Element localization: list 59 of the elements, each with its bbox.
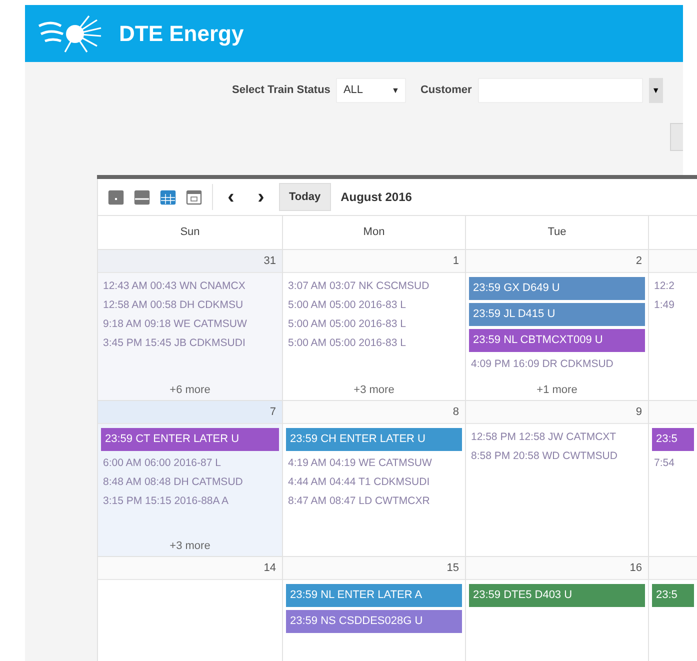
day-number: 9 [636, 406, 642, 418]
event-entry[interactable]: 8:47 AM 08:47 LD CWTMCXR [286, 492, 462, 510]
calendar-event[interactable]: 23:59 DTE5 D403 U [469, 584, 645, 607]
day-number: 8 [452, 406, 459, 418]
month-view-icon[interactable] [160, 189, 176, 205]
day-number: 2 [636, 255, 642, 267]
event-entry[interactable]: 9:18 AM 09:18 WE CATMSUW [101, 315, 279, 333]
event-entry[interactable]: 7:54 [652, 454, 694, 472]
more-link[interactable]: +3 more [170, 540, 210, 552]
weekday-header: Mon [282, 215, 465, 249]
more-link[interactable]: +6 more [170, 384, 210, 396]
week-view-icon[interactable] [134, 189, 150, 205]
status-select[interactable]: ALL ▼ [336, 78, 406, 102]
weekday-header: Sun [97, 215, 282, 249]
event-entry[interactable]: 4:09 PM 16:09 DR CDKMSUD [469, 355, 645, 373]
next-button[interactable]: › [249, 186, 273, 208]
agenda-view-icon[interactable] [186, 189, 202, 205]
event-entry[interactable]: 12:43 AM 00:43 WN CNAMCX [101, 277, 279, 295]
event-entry[interactable]: 4:44 AM 04:44 T1 CDKMSUDI [286, 473, 462, 491]
event-entry[interactable]: 5:00 AM 05:00 2016-83 L [286, 315, 462, 333]
more-link[interactable]: +3 more [354, 384, 394, 396]
brand-name: DTE Energy [119, 20, 244, 46]
day-number: 15 [446, 562, 459, 574]
today-button[interactable]: Today [279, 183, 331, 211]
event-entry[interactable]: 8:48 AM 08:48 DH CATMSUD [101, 473, 279, 491]
previous-button[interactable]: ‹ [219, 186, 243, 208]
event-entry[interactable]: 6:00 AM 06:00 2016-87 L [101, 454, 279, 472]
event-entry[interactable]: 8:58 PM 20:58 WD CWTMSUD [469, 447, 645, 465]
event-entry[interactable]: 12:2 [652, 277, 694, 295]
calendar-event[interactable]: 23:5 [652, 584, 694, 607]
event-entry[interactable]: 5:00 AM 05:00 2016-83 L [286, 296, 462, 314]
event-entry[interactable]: 3:07 AM 03:07 NK CSCMSUD [286, 277, 462, 295]
day-view-icon[interactable] [108, 189, 124, 205]
calendar-event[interactable]: 23:59 JL D415 U [469, 303, 645, 326]
calendar-event[interactable]: 23:59 NL ENTER LATER A [286, 584, 462, 607]
customer-label: Customer [420, 84, 472, 96]
month-title: August 2016 [340, 190, 412, 204]
event-entry[interactable]: 1:49 [652, 296, 694, 314]
calendar-event[interactable]: 23:59 CT ENTER LATER U [101, 428, 279, 451]
event-entry[interactable]: 12:58 AM 00:58 DH CDKMSU [101, 296, 279, 314]
event-entry[interactable]: 5:00 AM 05:00 2016-83 L [286, 334, 462, 352]
calendar-event[interactable]: 23:59 NS CSDDES028G U [286, 610, 462, 633]
event-entry[interactable]: 12:58 PM 12:58 JW CATMCXT [469, 428, 645, 446]
day-number: 14 [264, 562, 276, 574]
calendar-event[interactable]: 23:5 [652, 428, 694, 451]
event-entry[interactable]: 3:15 PM 15:15 2016-88A A [101, 492, 279, 510]
day-number: 7 [270, 406, 276, 418]
status-label: Select Train Status [232, 84, 330, 96]
calendar-event[interactable]: 23:59 CH ENTER LATER U [286, 428, 462, 451]
dropdown-button[interactable]: ▼ [648, 78, 663, 102]
calendar-event[interactable]: 23:59 NL CBTMCXT009 U [469, 329, 645, 352]
day-number: 16 [630, 562, 642, 574]
calendar-event[interactable]: 23:59 GX D649 U [469, 277, 645, 300]
day-number: 31 [264, 255, 276, 267]
event-entry[interactable]: 4:19 AM 04:19 WE CATMSUW [286, 454, 462, 472]
weekday-header: Tue [465, 215, 648, 249]
more-link[interactable]: +1 more [536, 384, 578, 396]
event-entry[interactable]: 3:45 PM 15:45 JB CDKMSUDI [101, 334, 279, 352]
day-number: 1 [452, 255, 459, 267]
